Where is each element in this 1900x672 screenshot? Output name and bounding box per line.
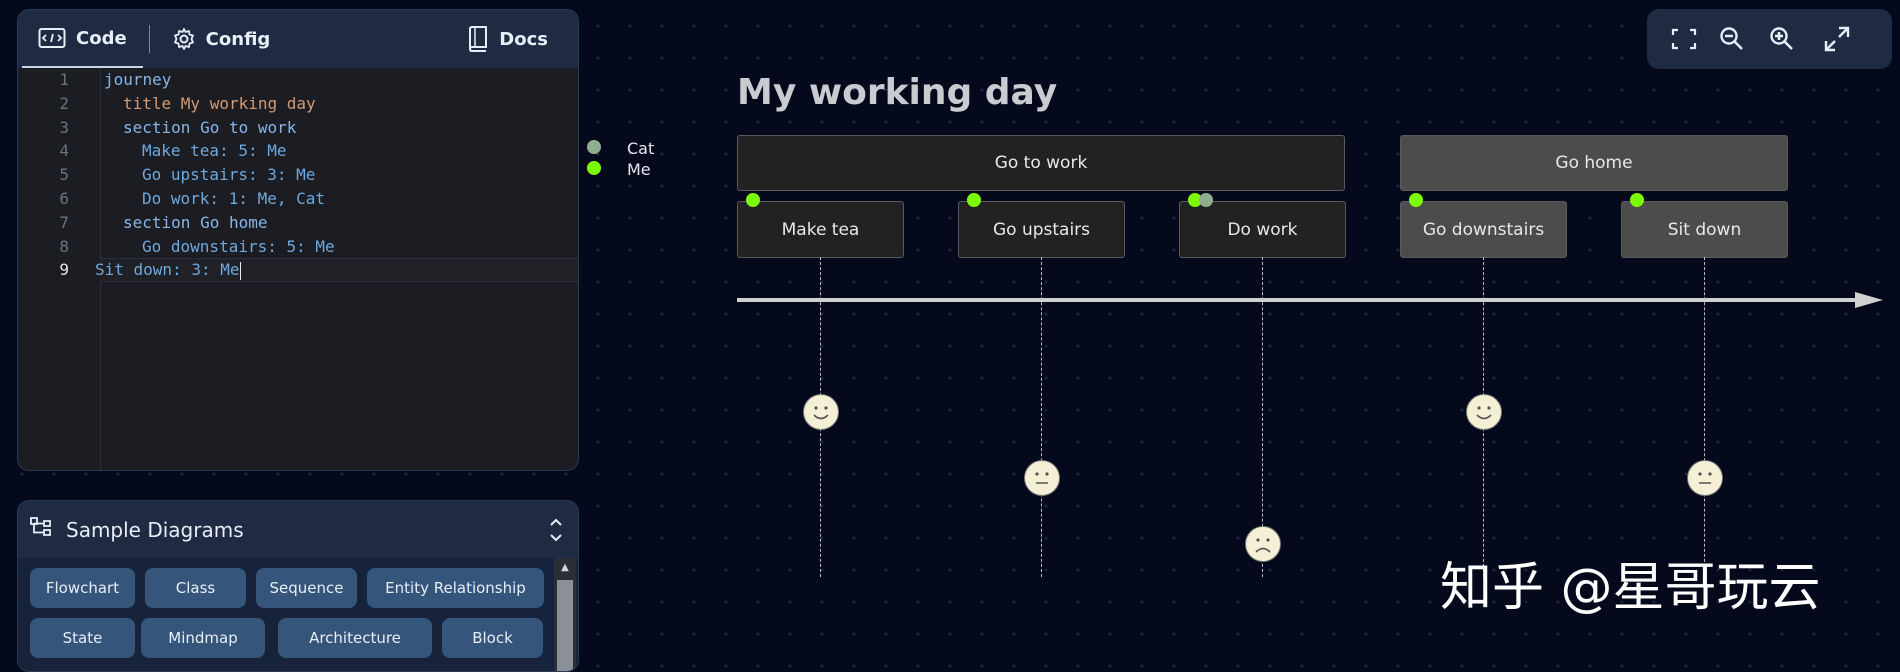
legend-dot-me [587, 161, 601, 175]
code-line: 3 section Go to work [18, 116, 578, 140]
sample-diagrams-header[interactable]: Sample Diagrams [18, 501, 578, 558]
sample-architecture-button[interactable]: Architecture [278, 618, 432, 658]
actor-cat-marker [1199, 193, 1213, 207]
task-go-downstairs: Go downstairs [1400, 201, 1567, 258]
scroll-thumb[interactable] [557, 580, 573, 671]
collapse-chevron-icon[interactable] [548, 517, 564, 548]
text-cursor [239, 261, 241, 280]
line-number: 1 [59, 70, 69, 89]
actor-me-marker [1630, 193, 1644, 207]
actor-me-marker [746, 193, 760, 207]
tab-code[interactable]: Code [22, 10, 143, 68]
scrollbar[interactable]: ▲ [554, 558, 576, 671]
section-go-to-work: Go to work [737, 135, 1345, 191]
gear-icon [172, 27, 196, 51]
sample-sequence-button[interactable]: Sequence [256, 568, 357, 608]
code-icon [38, 27, 66, 49]
line-number: 8 [59, 236, 69, 256]
editor-tab-bar: Code Config Docs [18, 10, 578, 68]
happy-face-icon [803, 394, 839, 430]
sample-diagrams-title: Sample Diagrams [66, 517, 244, 542]
line-number: 3 [59, 117, 69, 137]
tab-docs[interactable]: Docs [451, 10, 564, 68]
legend-label-me: Me [627, 160, 651, 179]
sample-diagrams-panel: Sample Diagrams Flowchart Class Sequence… [17, 500, 579, 672]
code-text: journey [104, 70, 172, 89]
watermark: 知乎 @星哥玩云 [1440, 558, 1821, 618]
code-line: 2 title My working day [18, 92, 578, 116]
line-number: 7 [59, 212, 69, 232]
code-line: 4 Make tea: 5: Me [18, 139, 578, 163]
code-line-current: 9 Sit down: 3: Me [59, 258, 578, 283]
sample-mindmap-button[interactable]: Mindmap [141, 618, 265, 658]
actor-me-marker [967, 193, 981, 207]
section-go-home: Go home [1400, 135, 1788, 191]
editor-panel: Code Config Docs 1 journey 2 title My wo… [17, 9, 579, 471]
code-editor[interactable]: 1 journey 2 title My working day 3 secti… [18, 68, 578, 470]
neutral-face-icon [1687, 460, 1723, 496]
sample-entity-relationship-button[interactable]: Entity Relationship [367, 568, 544, 608]
task-make-tea: Make tea [737, 201, 904, 258]
neutral-face-icon [1024, 460, 1060, 496]
code-line: 6 Do work: 1: Me, Cat [18, 187, 578, 211]
line-number: 5 [59, 165, 69, 185]
sample-block-button[interactable]: Block [442, 618, 543, 658]
actor-me-marker [1409, 193, 1423, 207]
code-text: Make tea: 5: Me [142, 141, 287, 161]
code-text: Sit down: 3: Me [95, 260, 241, 280]
tab-separator [148, 25, 150, 53]
happy-face-icon [1466, 394, 1502, 430]
code-text: Go downstairs: 5: Me [142, 236, 335, 256]
code-line: 1 journey [18, 68, 578, 92]
line-number: 2 [59, 93, 69, 113]
sad-face-icon [1245, 526, 1281, 562]
code-text: section Go to work [123, 117, 297, 137]
legend-label-cat: Cat [627, 139, 655, 158]
sample-state-button[interactable]: State [30, 618, 135, 658]
line-number: 6 [59, 188, 69, 208]
task-sit-down: Sit down [1621, 201, 1788, 258]
code-line: 5 Go upstairs: 3: Me [18, 163, 578, 187]
tab-code-label: Code [76, 27, 127, 49]
task-go-upstairs: Go upstairs [958, 201, 1125, 258]
book-icon [467, 26, 489, 52]
legend-dot-cat [587, 140, 601, 154]
diagram-tree-icon [30, 517, 52, 542]
tab-config-label: Config [205, 28, 271, 50]
task-dashed-line [1041, 257, 1042, 577]
code-text: title My working day [123, 93, 316, 113]
scroll-up-arrow-icon[interactable]: ▲ [554, 558, 576, 578]
tab-config[interactable]: Config [156, 10, 287, 68]
sample-diagrams-list: Flowchart Class Sequence Entity Relation… [18, 558, 578, 671]
code-line: 7 section Go home [18, 211, 578, 235]
task-dashed-line [1704, 257, 1705, 577]
diagram-title: My working day [737, 72, 1058, 113]
sample-flowchart-button[interactable]: Flowchart [30, 568, 135, 608]
code-text: section Go home [123, 212, 268, 232]
task-do-work: Do work [1179, 201, 1346, 258]
code-line: 8 Go downstairs: 5: Me [18, 235, 578, 259]
timeline-arrow [737, 292, 1883, 308]
sample-class-button[interactable]: Class [145, 568, 246, 608]
code-text: Do work: 1: Me, Cat [142, 188, 326, 208]
tab-docs-label: Docs [499, 28, 548, 50]
line-number: 4 [59, 141, 69, 161]
code-text: Go upstairs: 3: Me [142, 165, 316, 185]
